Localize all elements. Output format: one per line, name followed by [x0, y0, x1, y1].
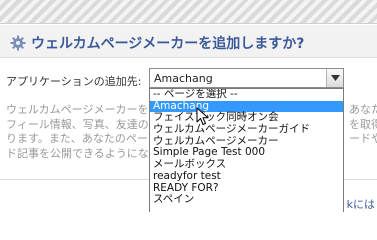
description-line: を取得: [349, 117, 377, 131]
dropdown-option[interactable]: スペイン: [150, 193, 343, 206]
description-text: ウェルカムページメーカーを フィール情報、写真、友達の ります。また、あなたのペ…: [6, 103, 149, 161]
dropdown-option[interactable]: readyfor test: [150, 170, 343, 183]
chevron-down-icon: [331, 75, 340, 81]
description-line: ードやフ: [349, 132, 377, 145]
description-line: ド記事を公開できるようにな: [6, 146, 149, 160]
gear-icon: [10, 35, 26, 51]
dropdown-option[interactable]: -- ページを選択 --: [150, 89, 343, 101]
description-line: あなたの: [349, 103, 377, 116]
select-arrow-button[interactable]: [326, 69, 343, 87]
cursor-icon: [196, 107, 209, 125]
description-text-right: あなたの を取得 ードやフ: [349, 103, 377, 147]
description-line: ります。また、あなたのペー: [6, 132, 148, 145]
description-line: ウェルカムページメーカーを: [6, 103, 149, 116]
dropdown-option[interactable]: ウェルカムページメーカーガイド: [150, 123, 343, 136]
page-select-dropdown[interactable]: -- ページを選択 -- Amachang フェイスブック同時オン会 ウェルカム…: [149, 88, 344, 212]
footer-link[interactable]: kには: [347, 196, 375, 212]
description-line: フィール情報、写真、友達の: [6, 117, 149, 131]
page-select-value: Amachang: [154, 72, 213, 85]
page-select[interactable]: Amachang: [149, 68, 344, 88]
top-stripe-bar: [0, 0, 377, 24]
dialog-title: ウェルカムページメーカーを追加しますか?: [31, 36, 305, 52]
app-select-label: アプリケーションの追加先:: [6, 75, 142, 88]
